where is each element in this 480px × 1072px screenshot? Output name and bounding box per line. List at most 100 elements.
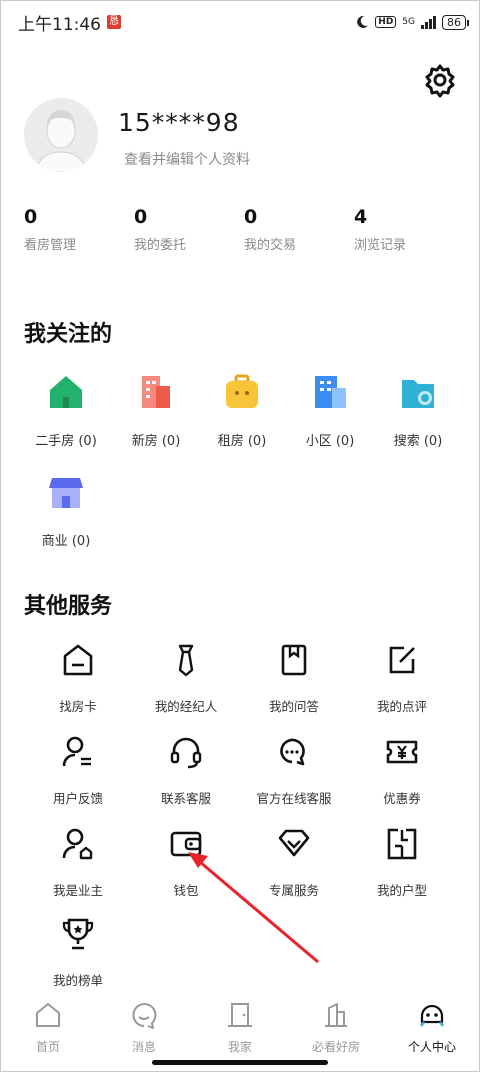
svc-owner[interactable]: 我是业主: [20, 826, 136, 899]
stat-label: 我的委托: [134, 238, 187, 253]
svc-label: 我的榜单: [52, 973, 103, 988]
status-right: HD 5G 86: [355, 14, 469, 30]
svc-label: 优惠券: [383, 791, 421, 806]
svc-my-qa[interactable]: 我的问答: [236, 642, 352, 715]
svc-label: 专属服务: [268, 883, 319, 898]
book-icon: [281, 644, 307, 676]
feedback-user-icon: [62, 736, 91, 767]
svc-label: 我的户型: [376, 883, 427, 898]
store-icon: [49, 478, 83, 508]
status-left: 上午11:46 恳: [18, 10, 121, 35]
follow-section-title: 我关注的: [24, 322, 113, 347]
stat-my-entrust[interactable]: 0 我的委托: [134, 206, 244, 253]
nav-label: 消息: [131, 1040, 156, 1054]
profile-icon: [420, 1004, 444, 1027]
follow-item-rent[interactable]: 租房 (0): [194, 372, 290, 449]
network-label: 5G: [402, 17, 415, 27]
edit-profile-link[interactable]: 查看并编辑个人资料: [124, 149, 250, 169]
user-phone[interactable]: 15****98: [118, 108, 240, 137]
svc-feedback[interactable]: 用户反馈: [20, 734, 136, 807]
home-indicator[interactable]: [152, 1060, 328, 1065]
follow-item-label: 新房 (0): [131, 434, 181, 449]
stat-value: 0: [244, 206, 258, 228]
svc-label: 用户反馈: [52, 791, 103, 806]
svc-label: 找房卡: [59, 699, 97, 714]
status-time: 上午11:46: [18, 14, 101, 35]
hd-icon: HD: [375, 16, 397, 28]
message-icon: [132, 1003, 157, 1029]
svc-house-card[interactable]: 找房卡: [20, 642, 136, 715]
chat-bubbles-icon: [280, 738, 305, 766]
community-icon: [315, 376, 346, 408]
svc-my-agent[interactable]: 我的经纪人: [128, 642, 244, 715]
stat-value: 0: [134, 206, 148, 228]
stat-label: 浏览记录: [354, 238, 407, 253]
nav-label: 首页: [35, 1040, 60, 1054]
svc-exclusive[interactable]: 专属服务: [236, 826, 352, 899]
nav-label: 我家: [227, 1040, 252, 1054]
nav-label: 个人中心: [407, 1040, 456, 1054]
follow-item-search[interactable]: 搜索 (0): [370, 372, 466, 449]
stat-label: 我的交易: [244, 238, 297, 253]
stat-browse-history[interactable]: 4 浏览记录: [354, 206, 464, 253]
moon-icon: [357, 15, 369, 28]
svc-my-floorplan[interactable]: 我的户型: [344, 826, 460, 899]
follow-item-commercial[interactable]: 商业 (0): [18, 472, 114, 549]
svc-contact-service[interactable]: 联系客服: [128, 734, 244, 807]
tower-icon: [325, 1003, 347, 1027]
nav-item-messages[interactable]: 消息: [96, 994, 192, 1054]
trophy-icon: [62, 918, 94, 950]
gear-icon[interactable]: [422, 62, 458, 98]
svc-my-rankings[interactable]: 我的榜单: [20, 916, 136, 989]
avatar[interactable]: [24, 98, 98, 172]
house-icon: [50, 376, 82, 408]
signal-icon: [421, 15, 436, 29]
follow-item-label: 二手房 (0): [35, 434, 97, 449]
tie-icon: [178, 644, 194, 677]
status-bar: 上午11:46 恳 HD 5G 86: [18, 8, 469, 36]
svc-my-reviews[interactable]: 我的点评: [344, 642, 460, 715]
svc-label: 我是业主: [52, 883, 103, 898]
follow-item-second-hand[interactable]: 二手房 (0): [18, 372, 114, 449]
edit-icon: [389, 646, 415, 674]
svc-label: 我的经纪人: [154, 699, 218, 714]
nav-item-home[interactable]: 首页: [0, 994, 96, 1054]
follow-item-new-house[interactable]: 新房 (0): [108, 372, 204, 449]
nav-item-must-see[interactable]: 必看好房: [288, 994, 384, 1054]
nav-label: 必看好房: [311, 1040, 360, 1054]
wallet-icon: [170, 831, 202, 857]
services-section-title: 其他服务: [24, 594, 113, 619]
building-icon: [142, 376, 170, 408]
svc-wallet[interactable]: 钱包: [128, 826, 244, 899]
diamond-icon: [278, 829, 310, 857]
svc-coupons[interactable]: 优惠券: [344, 734, 460, 807]
follow-item-label: 商业 (0): [41, 534, 91, 549]
svc-label: 我的问答: [268, 699, 319, 714]
follow-item-label: 小区 (0): [305, 434, 355, 449]
door-icon: [228, 1003, 252, 1027]
follow-item-label: 搜索 (0): [393, 434, 443, 449]
notification-icon: 恳: [107, 15, 121, 29]
stat-viewing-manage[interactable]: 0 看房管理: [24, 206, 134, 253]
headset-icon: [170, 737, 202, 769]
home-icon: [36, 1003, 60, 1027]
follow-item-label: 租房 (0): [217, 434, 267, 449]
suitcase-icon: [226, 374, 258, 408]
stat-value: 0: [24, 206, 38, 228]
svc-official-online[interactable]: 官方在线客服: [236, 734, 352, 807]
nav-item-my-home[interactable]: 我家: [192, 994, 288, 1054]
default-avatar-icon: [35, 110, 87, 172]
follow-item-community[interactable]: 小区 (0): [282, 372, 378, 449]
floorplan-icon: [387, 828, 417, 860]
svc-label: 我的点评: [376, 699, 427, 714]
stats-row: 0 看房管理 0 我的委托 0 我的交易 4 浏览记录: [24, 206, 464, 253]
coupon-icon: [386, 740, 418, 764]
search-folder-icon: [402, 380, 434, 408]
bottom-nav: 首页 消息 我家 必看好房 个人中心: [0, 994, 480, 1054]
nav-item-profile[interactable]: 个人中心: [384, 994, 480, 1054]
card-icon: [63, 644, 93, 676]
owner-icon: [62, 828, 93, 860]
svc-label: 官方在线客服: [256, 791, 332, 806]
stat-label: 看房管理: [24, 238, 77, 253]
stat-my-transactions[interactable]: 0 我的交易: [244, 206, 354, 253]
